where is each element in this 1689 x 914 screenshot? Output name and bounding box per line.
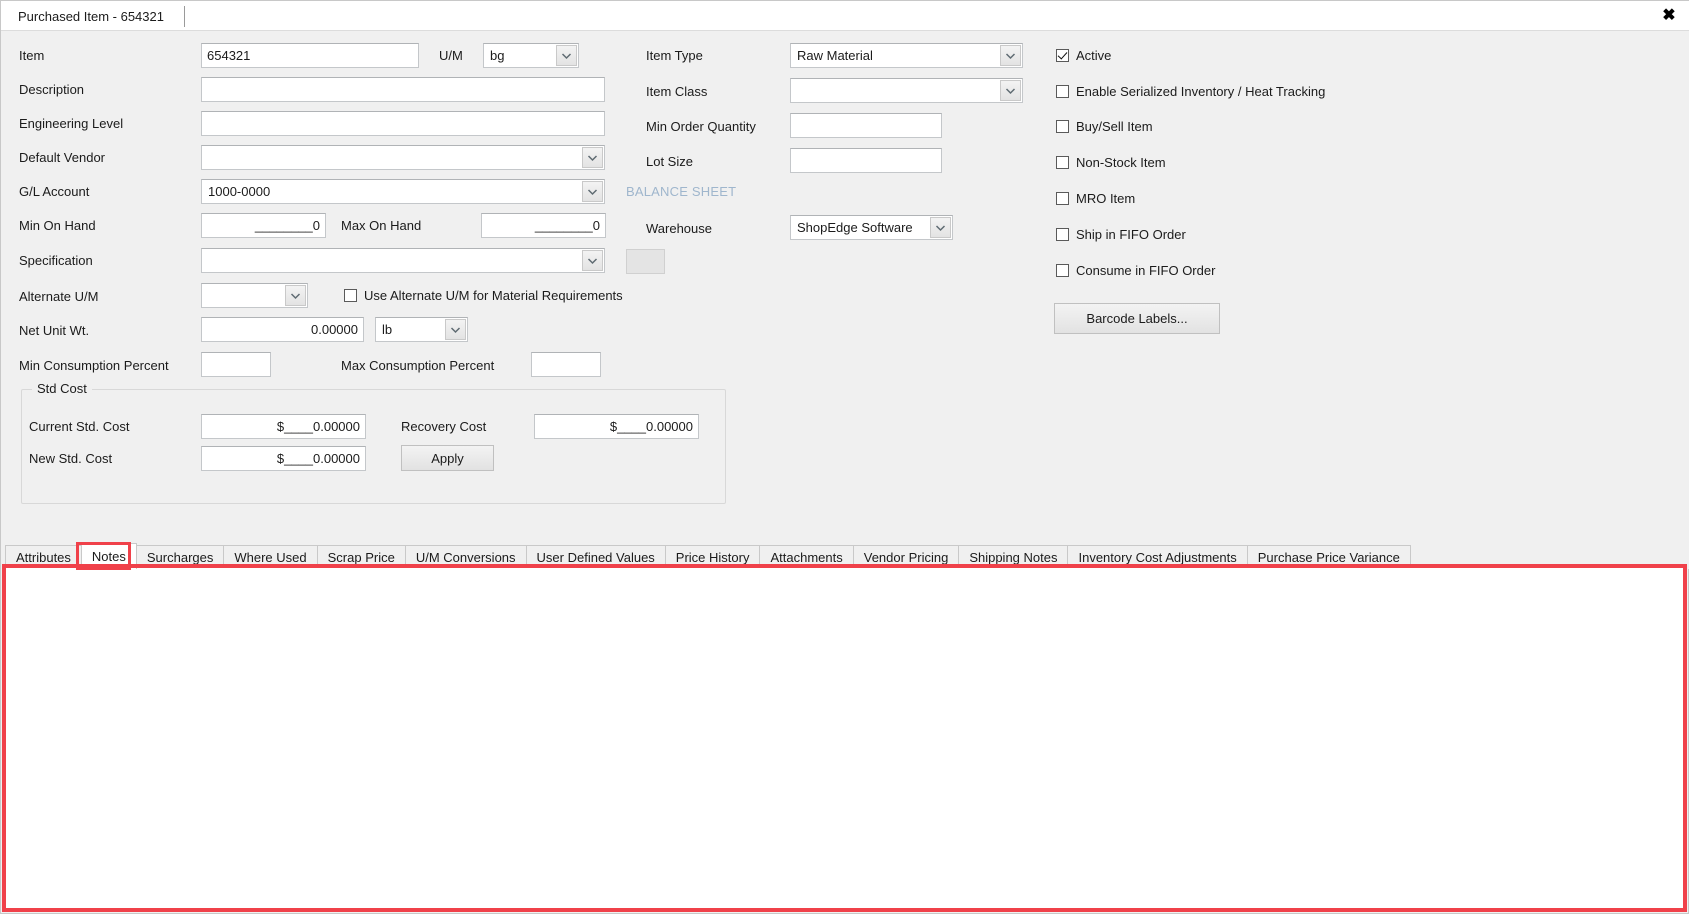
item-type-dropdown[interactable]: Raw Material — [790, 43, 1023, 68]
chevron-down-icon[interactable] — [582, 181, 603, 202]
checkbox-box — [344, 289, 357, 302]
label-current-std-cost: Current Std. Cost — [29, 419, 130, 434]
enable-serialized-inventory-checkbox[interactable]: Enable Serialized Inventory / Heat Track… — [1056, 84, 1325, 99]
max-consumption-percent-input[interactable] — [531, 352, 601, 377]
bottom-tab-bar: Attributes Notes Surcharges Where Used S… — [1, 541, 1689, 569]
label-default-vendor: Default Vendor — [19, 150, 106, 165]
label-engineering-level: Engineering Level — [19, 116, 124, 131]
min-on-hand-input[interactable]: ________0 — [201, 213, 326, 238]
tab-notes[interactable]: Notes — [80, 543, 137, 569]
alternate-um-dropdown[interactable] — [201, 283, 308, 308]
chevron-down-icon[interactable] — [556, 45, 577, 66]
specification-detail-button[interactable] — [626, 249, 665, 274]
purchased-item-window: Purchased Item - 654321 ✖ Item 654321 U/… — [0, 0, 1689, 914]
gl-account-dropdown[interactable]: 1000-0000 — [201, 179, 605, 204]
checkbox-box — [1056, 85, 1069, 98]
label-gl-account: G/L Account — [19, 184, 90, 199]
label-lot-size: Lot Size — [646, 154, 693, 169]
max-on-hand-input[interactable]: ________0 — [481, 213, 606, 238]
buy-sell-item-label: Buy/Sell Item — [1076, 119, 1153, 134]
label-description: Description — [19, 82, 85, 97]
specification-dropdown[interactable] — [201, 248, 605, 273]
notes-content-pane[interactable] — [4, 566, 1685, 910]
window-tab-label: Purchased Item - 654321 — [18, 9, 164, 24]
label-warehouse: Warehouse — [646, 221, 712, 236]
label-max-on-hand: Max On Hand — [341, 218, 422, 233]
min-order-quantity-input[interactable] — [790, 113, 942, 138]
engineering-level-input[interactable] — [201, 111, 605, 136]
active-checkbox[interactable]: Active — [1056, 48, 1111, 63]
chevron-down-icon[interactable] — [582, 147, 603, 168]
enable-serialized-inventory-label: Enable Serialized Inventory / Heat Track… — [1076, 84, 1326, 99]
description-input[interactable] — [201, 77, 605, 102]
checkbox-box — [1056, 156, 1069, 169]
label-alternate-um: Alternate U/M — [19, 289, 99, 304]
label-new-std-cost: New Std. Cost — [29, 451, 113, 466]
label-item: Item — [19, 48, 45, 63]
warehouse-value: ShopEdge Software — [797, 220, 913, 235]
checkbox-box — [1056, 120, 1069, 133]
label-min-consumption-percent: Min Consumption Percent — [19, 358, 169, 373]
chevron-down-icon[interactable] — [1000, 45, 1021, 66]
label-item-class: Item Class — [646, 84, 708, 99]
window-titlebar: Purchased Item - 654321 ✖ — [1, 1, 1689, 31]
close-icon[interactable]: ✖ — [1656, 3, 1682, 27]
current-std-cost-input[interactable]: $____0.00000 — [201, 414, 366, 439]
checkbox-box — [1056, 192, 1069, 205]
checkbox-box — [1056, 228, 1069, 241]
use-alternate-um-checkbox[interactable]: Use Alternate U/M for Material Requireme… — [344, 288, 623, 303]
chevron-down-icon[interactable] — [582, 250, 603, 271]
label-specification: Specification — [19, 253, 93, 268]
apply-button[interactable]: Apply — [401, 445, 494, 471]
item-form: Item 654321 U/M bg Description Engineeri… — [1, 31, 1689, 541]
label-min-order-quantity: Min Order Quantity — [646, 119, 756, 134]
ship-in-fifo-order-label: Ship in FIFO Order — [1076, 227, 1186, 242]
min-consumption-percent-input[interactable] — [201, 352, 271, 377]
window-tab-purchased-item[interactable]: Purchased Item - 654321 — [7, 3, 177, 30]
chevron-down-icon[interactable] — [445, 319, 466, 340]
new-std-cost-input[interactable]: $____0.00000 — [201, 446, 366, 471]
mro-item-label: MRO Item — [1076, 191, 1136, 206]
chevron-down-icon[interactable] — [930, 217, 951, 238]
chevron-down-icon[interactable] — [1000, 80, 1021, 101]
warehouse-dropdown[interactable]: ShopEdge Software — [790, 215, 953, 240]
label-item-type: Item Type — [646, 48, 703, 63]
item-input[interactable]: 654321 — [201, 43, 419, 68]
active-label: Active — [1076, 48, 1112, 63]
um-dropdown[interactable]: bg — [483, 43, 579, 68]
consume-in-fifo-order-label: Consume in FIFO Order — [1076, 263, 1216, 278]
barcode-labels-button[interactable]: Barcode Labels... — [1054, 303, 1220, 334]
std-cost-group: Std Cost — [21, 381, 726, 504]
use-alternate-um-label: Use Alternate U/M for Material Requireme… — [364, 288, 623, 303]
non-stock-item-checkbox[interactable]: Non-Stock Item — [1056, 155, 1166, 170]
net-unit-wt-uom-dropdown[interactable]: lb — [375, 317, 468, 342]
non-stock-item-label: Non-Stock Item — [1076, 155, 1166, 170]
checkbox-box — [1056, 264, 1069, 277]
recovery-cost-input[interactable]: $____0.00000 — [534, 414, 699, 439]
um-value: bg — [490, 48, 505, 63]
item-class-dropdown[interactable] — [790, 78, 1023, 103]
std-cost-group-title: Std Cost — [32, 381, 92, 396]
item-type-value: Raw Material — [797, 48, 873, 63]
label-max-consumption-percent: Max Consumption Percent — [341, 358, 495, 373]
ship-in-fifo-order-checkbox[interactable]: Ship in FIFO Order — [1056, 227, 1186, 242]
gl-account-value: 1000-0000 — [208, 184, 271, 199]
net-unit-wt-uom-value: lb — [382, 322, 393, 337]
consume-in-fifo-order-checkbox[interactable]: Consume in FIFO Order — [1056, 263, 1215, 278]
checkbox-box — [1056, 49, 1069, 62]
buy-sell-item-checkbox[interactable]: Buy/Sell Item — [1056, 119, 1153, 134]
mro-item-checkbox[interactable]: MRO Item — [1056, 191, 1135, 206]
balance-sheet-note: BALANCE SHEET — [626, 184, 737, 199]
label-um: U/M — [439, 48, 463, 63]
label-min-on-hand: Min On Hand — [19, 218, 96, 233]
default-vendor-dropdown[interactable] — [201, 145, 605, 170]
label-recovery-cost: Recovery Cost — [401, 419, 487, 434]
chevron-down-icon[interactable] — [285, 285, 306, 306]
lot-size-input[interactable] — [790, 148, 942, 173]
label-net-unit-wt: Net Unit Wt. — [19, 323, 90, 338]
net-unit-wt-input[interactable]: 0.00000 — [201, 317, 364, 342]
title-separator — [184, 6, 185, 27]
